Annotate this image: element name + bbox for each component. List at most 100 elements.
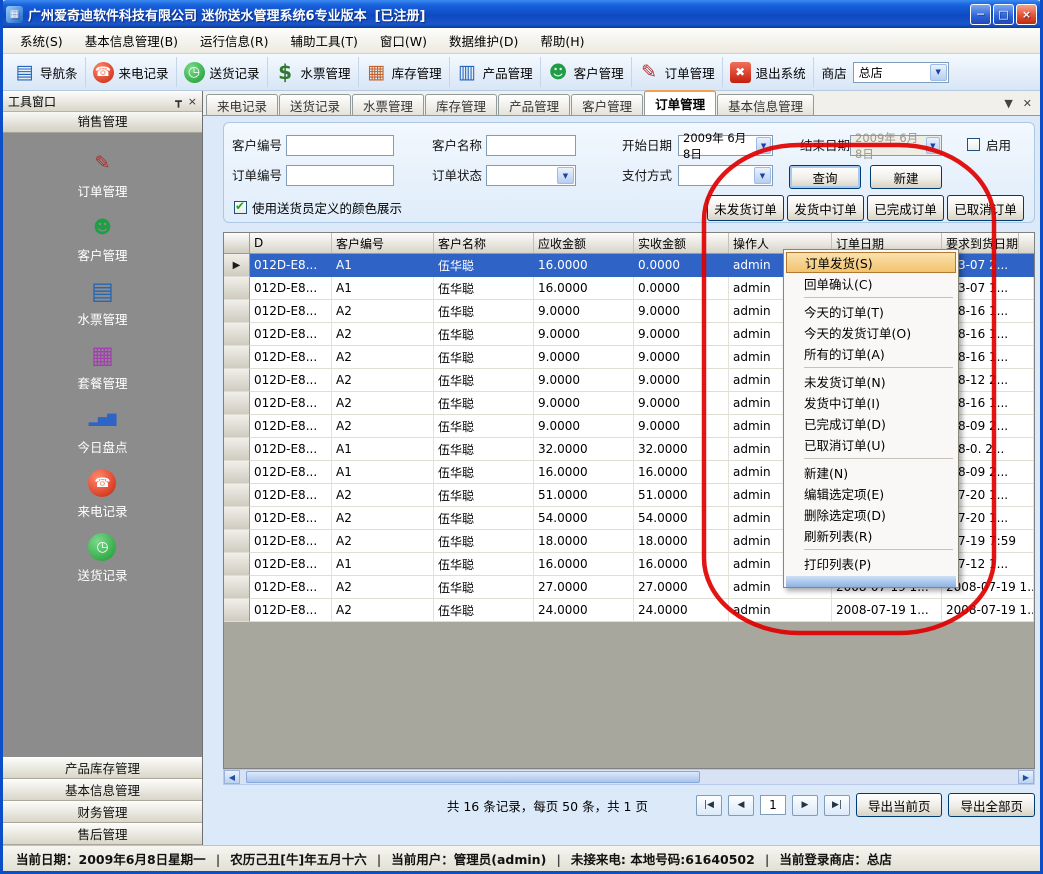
- toolbar-button[interactable]: 库存管理: [359, 57, 450, 87]
- sidebar-section[interactable]: 产品库存管理: [3, 757, 202, 779]
- horizontal-scrollbar[interactable]: ◀ ▶: [223, 769, 1035, 785]
- row-selector[interactable]: ▶: [224, 277, 250, 300]
- context-menu-item[interactable]: 今天的订单(T): [786, 301, 956, 322]
- context-menu-item[interactable]: 发货中订单(I): [786, 392, 956, 413]
- tab[interactable]: 水票管理: [352, 94, 424, 115]
- menu-item[interactable]: 帮助(H): [529, 27, 595, 54]
- context-menu-item[interactable]: [804, 297, 953, 298]
- order-status-combobox[interactable]: [486, 165, 576, 186]
- start-date-picker[interactable]: 2009年 6月 8日: [678, 135, 773, 156]
- order-status-filter-button[interactable]: 已完成订单: [867, 195, 944, 221]
- row-selector[interactable]: ▶: [224, 300, 250, 323]
- order-status-filter-button[interactable]: 未发货订单: [707, 195, 784, 221]
- tab[interactable]: 基本信息管理: [717, 94, 814, 115]
- tab-list-dropdown-icon[interactable]: ▼: [1004, 97, 1012, 110]
- next-page-button[interactable]: ▶: [792, 795, 818, 816]
- chevron-down-icon[interactable]: [557, 167, 574, 184]
- sidebar-section[interactable]: 财务管理: [3, 801, 202, 823]
- toolbar-button[interactable]: 产品管理: [450, 57, 541, 87]
- row-selector[interactable]: ▶: [224, 369, 250, 392]
- maximize-button[interactable]: □: [993, 4, 1014, 25]
- row-selector[interactable]: ▶: [224, 484, 250, 507]
- order-status-filter-button[interactable]: 已取消订单: [947, 195, 1024, 221]
- tab[interactable]: 库存管理: [425, 94, 497, 115]
- sidebar-item[interactable]: 来电记录: [77, 469, 127, 520]
- row-selector[interactable]: ▶: [224, 576, 250, 599]
- context-menu-item[interactable]: 已完成订单(D): [786, 413, 956, 434]
- tab-close-icon[interactable]: ✕: [1023, 97, 1032, 110]
- menu-item[interactable]: 系统(S): [9, 27, 74, 54]
- tab[interactable]: 来电记录: [206, 94, 278, 115]
- row-selector[interactable]: ▶: [224, 599, 250, 622]
- context-menu-item[interactable]: [804, 549, 953, 550]
- minimize-button[interactable]: ─: [970, 4, 991, 25]
- row-selector[interactable]: ▶: [224, 530, 250, 553]
- context-menu-item[interactable]: 未发货订单(N): [786, 371, 956, 392]
- menu-item[interactable]: 辅助工具(T): [280, 27, 369, 54]
- row-selector[interactable]: ▶: [224, 507, 250, 530]
- context-menu-item[interactable]: 编辑选定项(E): [786, 483, 956, 504]
- scroll-right-icon[interactable]: ▶: [1018, 770, 1034, 784]
- last-page-button[interactable]: ▶|: [824, 795, 850, 816]
- row-selector[interactable]: ▶: [224, 415, 250, 438]
- driver-color-checkbox[interactable]: [234, 201, 247, 214]
- sidebar-section[interactable]: 售后管理: [3, 823, 202, 845]
- toolbar-button[interactable]: 导航条: [7, 57, 86, 87]
- context-menu-item[interactable]: 所有的订单(A): [786, 343, 956, 364]
- scroll-left-icon[interactable]: ◀: [224, 770, 240, 784]
- toolbar-button[interactable]: 退出系统: [723, 57, 814, 87]
- order-no-input[interactable]: [286, 165, 394, 186]
- toolbar-button[interactable]: 来电记录: [86, 57, 177, 87]
- row-selector[interactable]: ▶: [224, 346, 250, 369]
- chevron-down-icon[interactable]: [930, 64, 947, 81]
- menu-item[interactable]: 运行信息(R): [189, 27, 279, 54]
- new-button[interactable]: 新建: [870, 165, 942, 189]
- export-all-pages-button[interactable]: 导出全部页: [948, 793, 1035, 817]
- toolbar-button[interactable]: 送货记录: [177, 57, 268, 87]
- row-selector[interactable]: ▶: [224, 553, 250, 576]
- column-header[interactable]: 实收金额: [634, 233, 729, 253]
- customer-name-input[interactable]: [486, 135, 576, 156]
- customer-no-input[interactable]: [286, 135, 394, 156]
- column-header[interactable]: D: [250, 233, 332, 253]
- tab[interactable]: 客户管理: [571, 94, 643, 115]
- column-header[interactable]: 客户编号: [332, 233, 434, 253]
- context-menu-item[interactable]: 回单确认(C): [786, 273, 956, 294]
- context-menu-item[interactable]: 新建(N): [786, 462, 956, 483]
- query-button[interactable]: 查询: [789, 165, 861, 189]
- context-menu-item[interactable]: [804, 458, 953, 459]
- context-menu-item[interactable]: 今天的发货订单(O): [786, 322, 956, 343]
- sidebar-item[interactable]: 送货记录: [77, 533, 127, 584]
- pay-method-combobox[interactable]: [678, 165, 773, 186]
- context-menu-item[interactable]: [804, 367, 953, 368]
- page-number-input[interactable]: [760, 795, 786, 815]
- sidebar-section-sales[interactable]: 销售管理: [3, 112, 202, 133]
- menu-item[interactable]: 窗口(W): [369, 27, 438, 54]
- row-selector[interactable]: ▶: [224, 392, 250, 415]
- row-selector[interactable]: ▶: [224, 323, 250, 346]
- toolbar-button[interactable]: 水票管理: [268, 57, 359, 87]
- close-icon[interactable]: ×: [188, 95, 197, 108]
- chevron-down-icon[interactable]: [754, 167, 771, 184]
- tab[interactable]: 产品管理: [498, 94, 570, 115]
- toolbar-button[interactable]: 订单管理: [632, 57, 723, 87]
- context-menu-item[interactable]: 打印列表(P): [786, 553, 956, 574]
- toolbar-button[interactable]: 客户管理: [541, 57, 632, 87]
- context-menu-item[interactable]: 刷新列表(R): [786, 525, 956, 546]
- context-menu-item[interactable]: 删除选定项(D): [786, 504, 956, 525]
- scrollbar-thumb[interactable]: [246, 771, 700, 783]
- chevron-down-icon[interactable]: [756, 137, 771, 154]
- column-header[interactable]: 客户名称: [434, 233, 534, 253]
- tab[interactable]: 送货记录: [279, 94, 351, 115]
- column-header[interactable]: 应收金额: [534, 233, 634, 253]
- close-button[interactable]: ×: [1016, 4, 1037, 25]
- sidebar-item[interactable]: 客户管理: [77, 213, 127, 264]
- tab[interactable]: 订单管理: [644, 90, 716, 115]
- sidebar-section[interactable]: 基本信息管理: [3, 779, 202, 801]
- context-menu-item[interactable]: 已取消订单(U): [786, 434, 956, 455]
- row-selector[interactable]: ▶: [224, 461, 250, 484]
- menu-item[interactable]: 数据维护(D): [438, 27, 529, 54]
- sidebar-item[interactable]: 水票管理: [77, 277, 127, 328]
- export-current-page-button[interactable]: 导出当前页: [856, 793, 943, 817]
- sidebar-item[interactable]: 套餐管理: [77, 341, 127, 392]
